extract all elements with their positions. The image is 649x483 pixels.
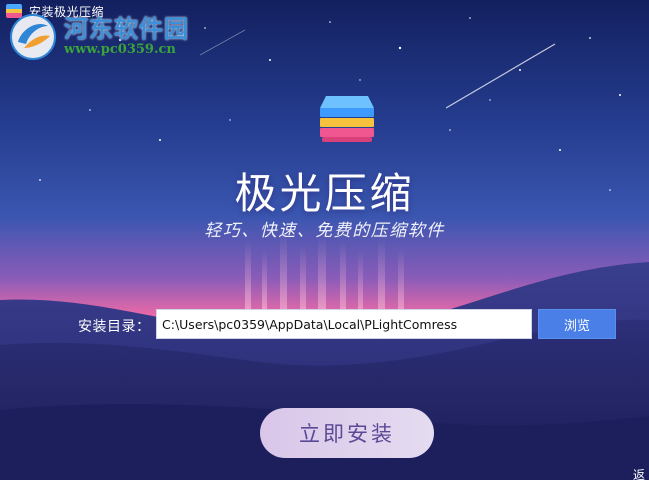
watermark-logo-icon: [10, 14, 56, 60]
corner-text: 返: [633, 468, 646, 482]
app-slogan: 轻巧、快速、免费的压缩软件: [204, 221, 445, 241]
install-path-input[interactable]: [156, 309, 532, 339]
watermark-url: www.pc0359.cn: [64, 42, 176, 57]
watermark-brand: 河东软件园: [64, 14, 189, 43]
browse-button[interactable]: 浏览: [538, 309, 616, 339]
watermark: 河东软件园 www.pc0359.cn: [8, 12, 189, 62]
install-now-button[interactable]: 立即安装: [260, 408, 434, 458]
install-directory-label: 安装目录：: [78, 319, 151, 335]
app-name: 极光压缩: [234, 169, 415, 218]
stacked-layers-icon: [320, 96, 374, 142]
